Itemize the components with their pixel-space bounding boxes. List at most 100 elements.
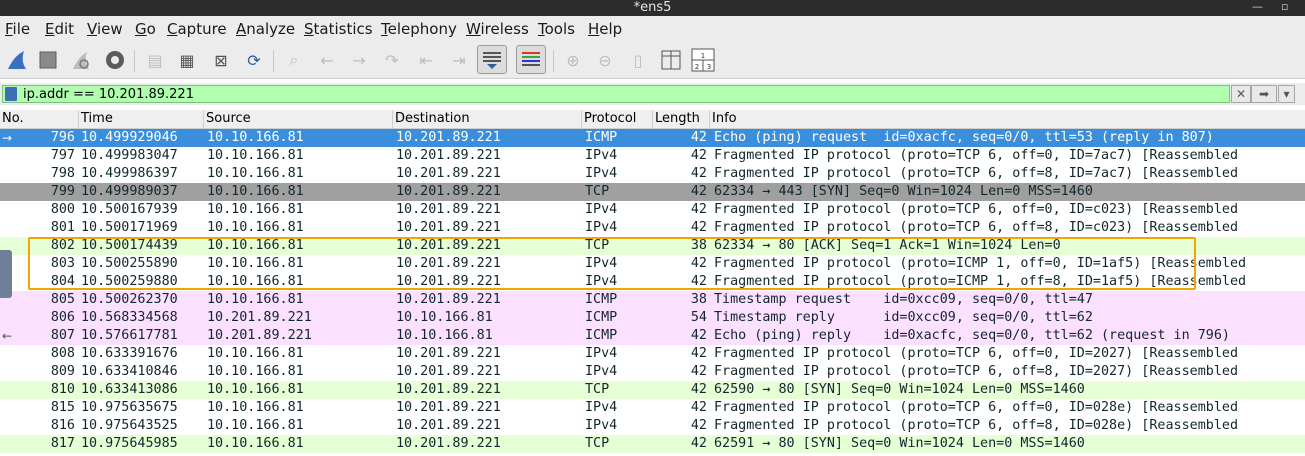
packet-source: 10.10.166.81 <box>207 130 304 145</box>
capture-options-button[interactable] <box>102 47 128 73</box>
packet-row[interactable]: 802 10.500174439 10.10.166.81 10.201.89.221… <box>0 237 1305 255</box>
search-icon: ⌕ <box>289 50 299 69</box>
packet-row[interactable]: 803 10.500255890 10.10.166.81 10.201.89.221… <box>0 255 1305 273</box>
packet-protocol: ICMP <box>585 310 618 325</box>
gear-icon <box>106 51 124 69</box>
packet-info: Fragmented IP protocol (proto=TCP 6, off… <box>714 202 1239 217</box>
packet-row[interactable]: 809 10.633410846 10.10.166.81 10.201.89.221… <box>0 363 1305 381</box>
packet-time: 10.499989037 <box>81 184 178 199</box>
packet-row[interactable]: 816 10.975643525 10.10.166.81 10.201.89.221… <box>0 417 1305 435</box>
packet-time: 10.568334568 <box>81 310 178 325</box>
start-capture-button[interactable] <box>4 47 30 73</box>
packet-row[interactable]: 810 10.633413086 10.10.166.81 10.201.89.221… <box>0 381 1305 399</box>
packet-protocol: IPv4 <box>585 256 618 271</box>
packet-row[interactable]: 817 10.975645985 10.10.166.81 10.201.89.221… <box>0 435 1305 453</box>
packet-row[interactable]: ← 807 10.576617781 10.201.89.221 10.10.166.8… <box>0 327 1305 345</box>
packet-source: 10.10.166.81 <box>207 418 304 433</box>
maximize-icon[interactable]: ▫ <box>1281 0 1288 14</box>
clear-filter-button[interactable]: ✕ <box>1231 85 1251 103</box>
side-panel-handle[interactable] <box>0 250 12 298</box>
menu-edit[interactable]: Edit <box>45 20 74 38</box>
packet-protocol: IPv4 <box>585 346 618 361</box>
packet-protocol: ICMP <box>585 130 618 145</box>
bookmark-icon[interactable] <box>5 87 17 101</box>
menu-wireless[interactable]: Wireless <box>466 20 529 38</box>
menu-go[interactable]: Go <box>135 20 156 38</box>
zoom-out-icon: ⊖ <box>598 50 612 70</box>
go-back-button[interactable]: ← <box>314 47 340 73</box>
packet-source: 10.10.166.81 <box>207 220 304 235</box>
packet-protocol: IPv4 <box>585 400 618 415</box>
last-packet-button[interactable]: ⇥ <box>446 47 472 73</box>
packet-source: 10.201.89.221 <box>207 328 312 343</box>
column-header-info[interactable]: Info <box>710 110 1305 128</box>
packet-row[interactable]: 801 10.500171969 10.10.166.81 10.201.89.221… <box>0 219 1305 237</box>
layout-button[interactable]: 123 <box>690 47 716 73</box>
packet-destination: 10.201.89.221 <box>396 238 501 253</box>
filter-history-dropdown[interactable]: ▾ <box>1278 85 1295 103</box>
menu-telephony[interactable]: Telephony <box>381 20 457 38</box>
normal-size-button[interactable]: ▯ <box>625 47 651 73</box>
menu-analyze[interactable]: Analyze <box>236 20 295 38</box>
packet-info: 62590 → 80 [SYN] Seq=0 Win=1024 Len=0 MS… <box>714 382 1085 397</box>
menu-statistics[interactable]: Statistics <box>304 20 373 38</box>
packet-row[interactable]: 798 10.499986397 10.10.166.81 10.201.89.221… <box>0 165 1305 183</box>
minimize-icon[interactable]: — <box>1252 0 1263 14</box>
packet-row[interactable]: → 796 10.499929046 10.10.166.81 10.201.89.22… <box>0 129 1305 147</box>
column-header-no[interactable]: No. <box>0 110 79 128</box>
packet-row[interactable]: 808 10.633391676 10.10.166.81 10.201.89.221… <box>0 345 1305 363</box>
column-header-protocol[interactable]: Protocol <box>582 110 653 128</box>
column-header-destination[interactable]: Destination <box>393 110 582 128</box>
menu-tools[interactable]: Tools <box>538 20 575 38</box>
apply-filter-button[interactable]: ➡ <box>1251 85 1277 103</box>
packet-row[interactable]: 800 10.500167939 10.10.166.81 10.201.89.221… <box>0 201 1305 219</box>
go-forward-button[interactable]: → <box>346 47 372 73</box>
menu-capture[interactable]: Capture <box>167 20 227 38</box>
packet-source: 10.10.166.81 <box>207 202 304 217</box>
column-header-time[interactable]: Time <box>79 110 204 128</box>
packet-time: 10.500255890 <box>81 256 178 271</box>
packet-info: Timestamp request id=0xcc09, seq=0/0, tt… <box>714 292 1093 307</box>
packet-row[interactable]: 799 10.499989037 10.10.166.81 10.201.89.221… <box>0 183 1305 201</box>
packet-info: Fragmented IP protocol (proto=TCP 6, off… <box>714 346 1239 361</box>
reload-file-button[interactable]: ⟳ <box>241 47 267 73</box>
packet-protocol: IPv4 <box>585 364 618 379</box>
save-file-button[interactable]: ▦ <box>174 47 200 73</box>
zoom-out-button[interactable]: ⊖ <box>592 47 618 73</box>
packet-time: 10.975635675 <box>81 400 178 415</box>
close-file-button[interactable]: ⊠ <box>208 47 234 73</box>
menu-file[interactable]: File <box>5 20 30 38</box>
menu-view[interactable]: View <box>87 20 123 38</box>
resize-columns-button[interactable] <box>658 47 684 73</box>
packet-info: Timestamp reply id=0xcc09, seq=0/0, ttl=… <box>714 310 1093 325</box>
packet-time: 10.500262370 <box>81 292 178 307</box>
go-to-packet-button[interactable]: ↷ <box>379 47 405 73</box>
autoscroll-button[interactable] <box>477 45 507 74</box>
packet-row[interactable]: 805 10.500262370 10.10.166.81 10.201.89.221… <box>0 291 1305 309</box>
display-filter-input[interactable]: ip.addr == 10.201.89.221 <box>2 85 1230 103</box>
packet-number: 809 <box>50 364 75 379</box>
packet-row[interactable]: 797 10.499983047 10.10.166.81 10.201.89.221… <box>0 147 1305 165</box>
first-packet-button[interactable]: ⇤ <box>413 47 439 73</box>
menu-help[interactable]: Help <box>588 20 622 38</box>
restart-capture-button[interactable] <box>68 47 94 73</box>
clear-icon: ✕ <box>1235 87 1247 101</box>
open-file-button[interactable]: ▤ <box>142 47 168 73</box>
find-packet-button[interactable]: ⌕ <box>281 47 307 73</box>
close-file-icon: ⊠ <box>214 50 228 70</box>
packet-destination: 10.201.89.221 <box>396 148 501 163</box>
packet-number: 817 <box>50 436 75 451</box>
packet-number: 816 <box>50 418 75 433</box>
colorize-button[interactable] <box>516 45 546 74</box>
packet-time: 10.633410846 <box>81 364 178 379</box>
packet-row[interactable]: 804 10.500259880 10.10.166.81 10.201.89.221… <box>0 273 1305 291</box>
packet-destination: 10.201.89.221 <box>396 130 501 145</box>
packet-row[interactable]: 815 10.975635675 10.10.166.81 10.201.89.221… <box>0 399 1305 417</box>
packet-info: Fragmented IP protocol (proto=TCP 6, off… <box>714 148 1239 163</box>
column-header-source[interactable]: Source <box>204 110 393 128</box>
packet-time: 10.500174439 <box>81 238 178 253</box>
packet-row[interactable]: 806 10.568334568 10.201.89.221 10.10.166.81… <box>0 309 1305 327</box>
zoom-in-button[interactable]: ⊕ <box>560 47 586 73</box>
stop-capture-button[interactable] <box>35 47 61 73</box>
column-header-length[interactable]: Length <box>653 110 710 128</box>
